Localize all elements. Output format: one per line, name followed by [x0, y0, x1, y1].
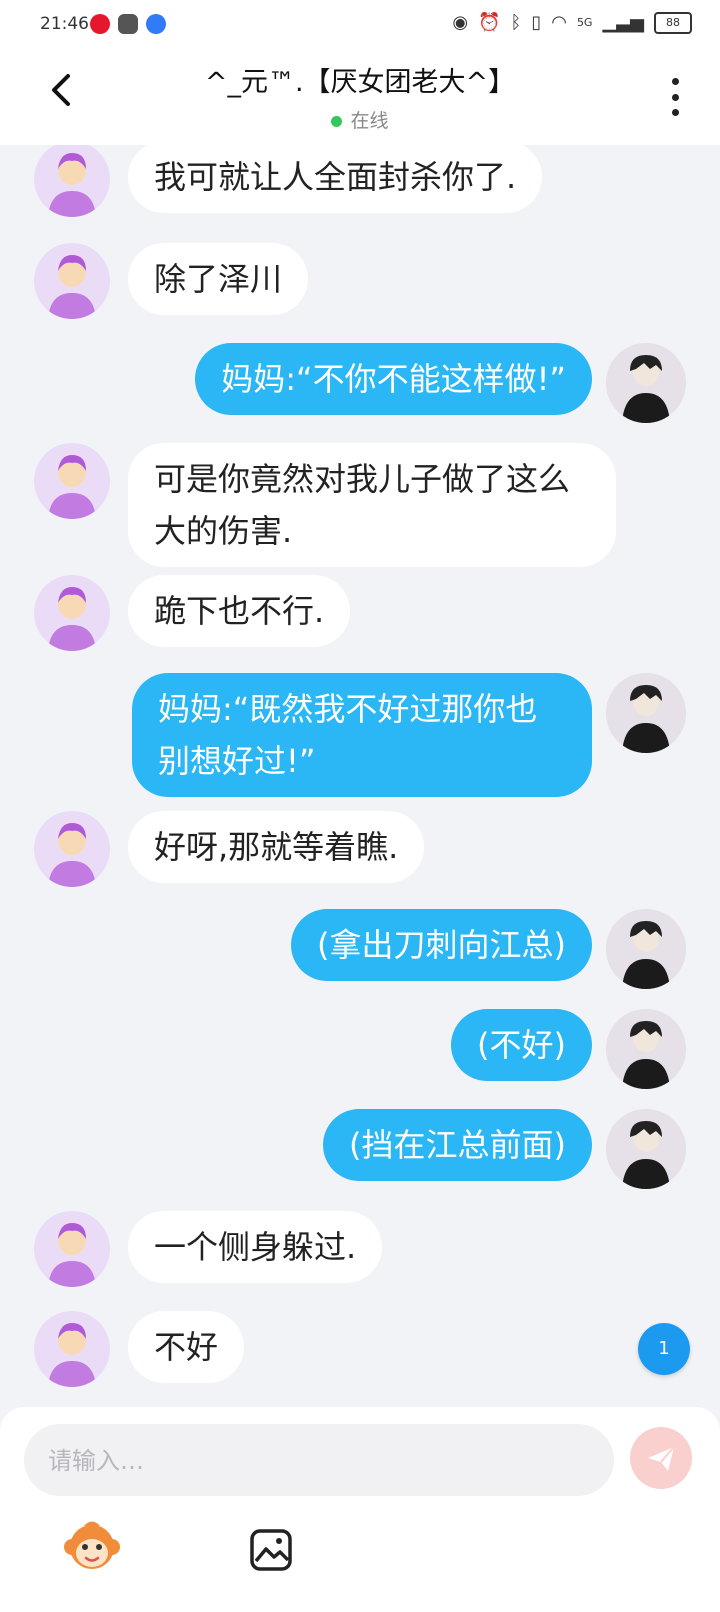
- online-status: 在线: [0, 106, 720, 133]
- status-bar: 21:46 ◉ ⏰ ᛒ ▯ ◠ 5G ▁▃▅ 88: [0, 0, 720, 50]
- user-avatar-icon: [606, 343, 686, 423]
- system-icons: ◉ ⏰ ᛒ ▯ ◠ 5G ▁▃▅ 88: [452, 12, 692, 34]
- more-dot-icon: [671, 93, 679, 101]
- monkey-sticker-icon: [64, 1521, 120, 1569]
- contact-avatar[interactable]: [34, 1211, 110, 1287]
- more-options-button[interactable]: [670, 78, 680, 116]
- weibo-icon: [90, 14, 110, 34]
- user-avatar-icon: [606, 1109, 686, 1189]
- default-avatar-icon: [48, 823, 96, 887]
- message-bubble-outgoing[interactable]: 妈妈:“不你不能这样做!”: [195, 343, 592, 415]
- message-bubble-incoming[interactable]: 我可就让人全面封杀你了.: [128, 145, 543, 213]
- user-avatar-icon: [606, 909, 686, 989]
- new-message-badge[interactable]: 1: [638, 1323, 690, 1375]
- online-status-text: 在线: [350, 110, 389, 132]
- more-dot-icon: [671, 78, 679, 85]
- network-type: 5G: [576, 16, 593, 29]
- send-button[interactable]: [630, 1427, 692, 1489]
- user-avatar-icon: [606, 1009, 686, 1089]
- message-bubble-outgoing[interactable]: (拿出刀刺向江总): [291, 909, 592, 981]
- message-bubble-outgoing[interactable]: 妈妈:“既然我不好过那你也别想好过!”: [132, 673, 592, 797]
- contact-avatar[interactable]: [34, 811, 110, 887]
- notification-icons: [90, 14, 166, 34]
- sticker-button[interactable]: [62, 1517, 122, 1575]
- send-icon: [648, 1446, 675, 1471]
- user-avatar-icon: [606, 673, 686, 753]
- contact-avatar[interactable]: [34, 1311, 110, 1387]
- my-avatar[interactable]: [606, 909, 686, 989]
- message-list[interactable]: 我可就让人全面封杀你了. 除了泽川 妈妈:“不你不能这样做!” 可是你竟然对我儿…: [0, 145, 720, 1407]
- alarm-icon: ⏰: [478, 12, 501, 33]
- default-avatar-icon: [48, 1223, 96, 1287]
- composer: [0, 1407, 720, 1612]
- default-avatar-icon: [48, 1323, 96, 1387]
- battery-icon: 88: [654, 12, 692, 34]
- my-avatar[interactable]: [606, 1009, 686, 1089]
- contact-avatar[interactable]: [34, 443, 110, 519]
- message-bubble-incoming[interactable]: 不好: [128, 1311, 245, 1383]
- contact-name: ^_元™.【厌女团老大^】: [204, 67, 516, 98]
- message-input-container[interactable]: [24, 1424, 614, 1498]
- bluetooth-icon: ᛒ: [510, 12, 522, 33]
- vibrate-icon: ▯: [531, 12, 542, 33]
- browser-icon: [146, 14, 166, 34]
- wifi-icon: ◠: [551, 12, 567, 33]
- message-bubble-incoming[interactable]: 可是你竟然对我儿子做了这么大的伤害.: [128, 443, 616, 567]
- image-button[interactable]: [248, 1527, 294, 1573]
- message-bubble-incoming[interactable]: 除了泽川: [128, 243, 309, 315]
- message-bubble-outgoing[interactable]: (不好): [451, 1009, 592, 1081]
- eye-icon: ◉: [452, 12, 469, 33]
- wechat-icon: [118, 14, 138, 34]
- online-dot-icon: [331, 116, 343, 127]
- my-avatar[interactable]: [606, 343, 686, 423]
- default-avatar-icon: [48, 153, 96, 217]
- chat-header: ^_元™.【厌女团老大^】 在线: [0, 50, 720, 145]
- my-avatar[interactable]: [606, 1109, 686, 1189]
- message-input[interactable]: [46, 1424, 590, 1498]
- message-bubble-incoming[interactable]: 一个侧身躲过.: [128, 1211, 383, 1283]
- status-time: 21:46: [40, 14, 89, 34]
- default-avatar-icon: [48, 587, 96, 651]
- default-avatar-icon: [48, 455, 96, 519]
- contact-avatar[interactable]: [34, 145, 110, 217]
- more-dot-icon: [671, 109, 679, 116]
- signal-icon: ▁▃▅: [602, 12, 644, 33]
- message-bubble-incoming[interactable]: 跪下也不行.: [128, 575, 351, 647]
- contact-avatar[interactable]: [34, 575, 110, 651]
- message-bubble-incoming[interactable]: 好呀,那就等着瞧.: [128, 811, 425, 883]
- my-avatar[interactable]: [606, 673, 686, 753]
- default-avatar-icon: [48, 255, 96, 319]
- message-bubble-outgoing[interactable]: (挡在江总前面): [323, 1109, 592, 1181]
- image-icon: [250, 1529, 292, 1571]
- contact-avatar[interactable]: [34, 243, 110, 319]
